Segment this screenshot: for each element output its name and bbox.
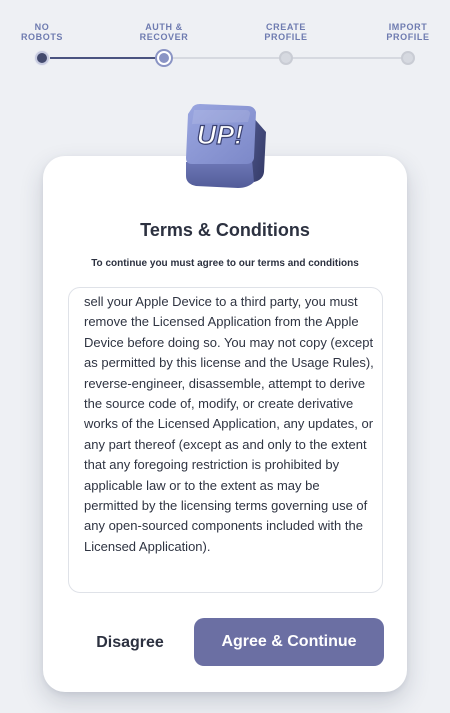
step-connector-2 xyxy=(164,57,286,59)
dialog-subtitle: To continue you must agree to our terms … xyxy=(91,258,359,269)
disagree-button[interactable]: Disagree xyxy=(68,620,192,666)
step-label-auth-recover: AUTH & RECOVER xyxy=(139,22,189,42)
step-label-import-profile: IMPORT PROFILE xyxy=(386,22,430,42)
step-dot-import-profile[interactable] xyxy=(401,51,415,65)
step-label-no-robots: NO ROBOTS xyxy=(20,22,64,42)
agree-continue-button[interactable]: Agree & Continue xyxy=(194,618,384,666)
step-connector-1 xyxy=(42,57,164,59)
step-dot-no-robots[interactable] xyxy=(35,51,49,65)
terms-text: sell your Apple Device to a third party,… xyxy=(84,294,374,554)
dialog-title: Terms & Conditions xyxy=(140,220,310,240)
up-cube-logo-icon: UP! xyxy=(186,104,266,188)
onboarding-stepper: NO ROBOTS AUTH & RECOVER CREATE PROFILE … xyxy=(0,0,450,80)
step-dot-auth-recover[interactable] xyxy=(157,51,171,65)
step-connector-3 xyxy=(286,57,408,59)
logo-text: UP! xyxy=(197,120,244,150)
terms-scroll-area[interactable]: sell your Apple Device to a third party,… xyxy=(68,287,383,593)
step-dot-create-profile[interactable] xyxy=(279,51,293,65)
step-label-create-profile: CREATE PROFILE xyxy=(264,22,308,42)
